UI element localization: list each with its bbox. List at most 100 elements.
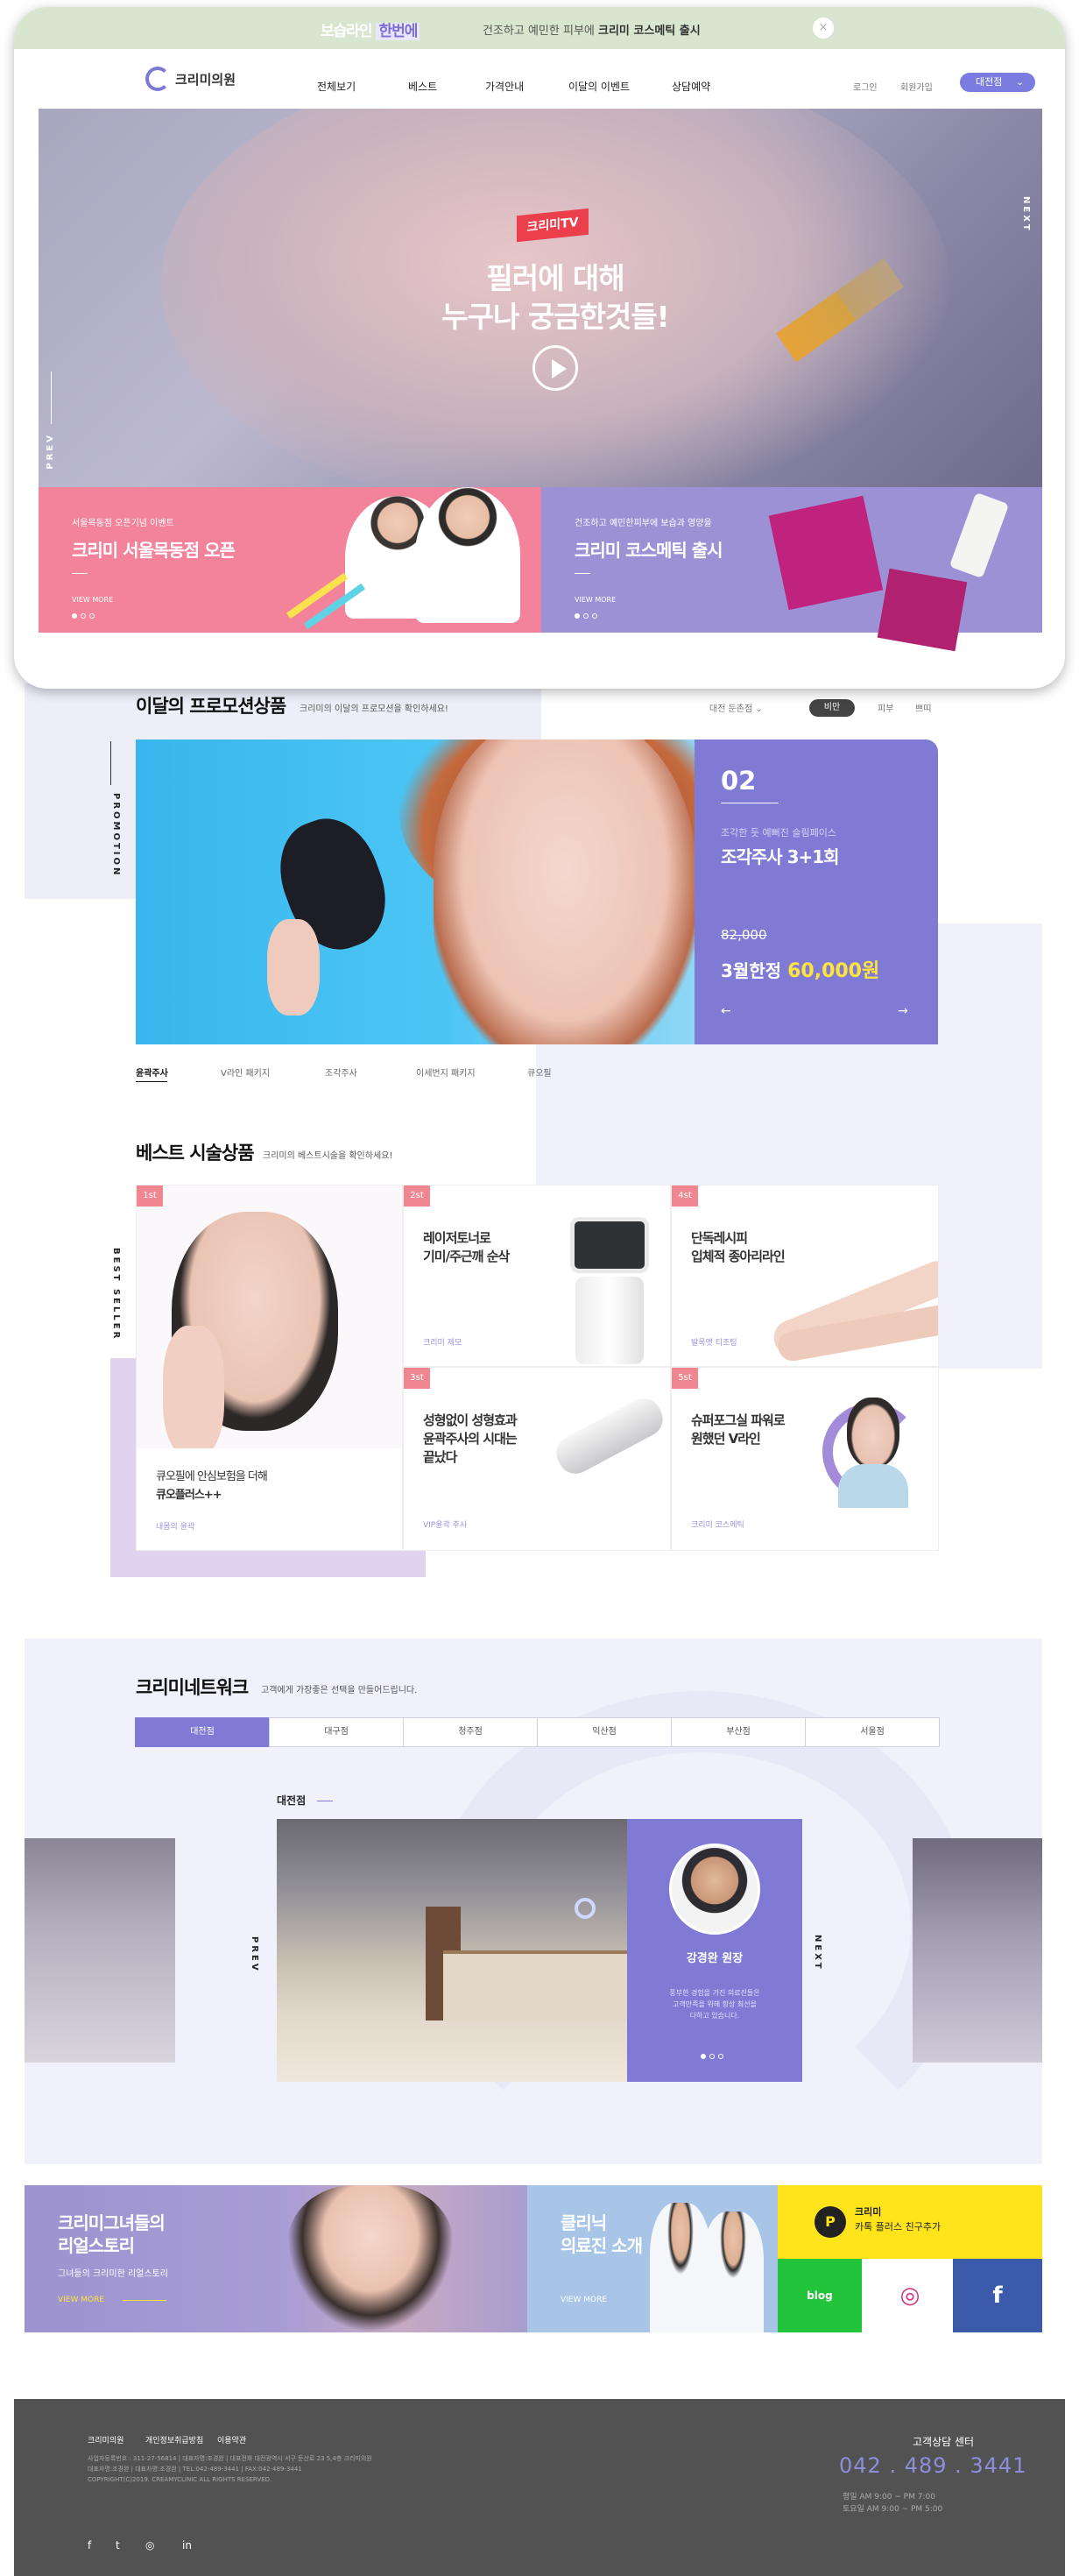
linkedin-icon[interactable]: in (182, 2539, 192, 2551)
branch-tab[interactable]: 서울점 (805, 1717, 940, 1747)
banner-cosmetic[interactable]: 건조하고 예민한피부에 보습과 영양을 크리미 코스메틱 출시 VIEW MOR… (541, 487, 1042, 652)
decor-stripe (286, 572, 349, 619)
hero-next-button[interactable]: NEXT (1021, 196, 1031, 233)
hero-prev-button[interactable]: PREV (46, 433, 55, 470)
logo[interactable]: 크리미의원 (145, 67, 236, 91)
product-pack-image (768, 495, 884, 611)
banner-seoul[interactable]: 서울목동점 오픈기념 이벤트 크리미 서울목동점 오픈 VIEW MORE (39, 487, 541, 633)
promo-tab[interactable]: 윤곽주사 (136, 1065, 168, 1079)
best-subtitle: 크리미의 베스트시술을 확인하세요! (263, 1151, 393, 1161)
branch-name: 대전점 (277, 1794, 307, 1807)
best-item-1[interactable]: 1st 큐오필에 안심보험을 더해 큐오플러스++ 내몸의 윤곽 (136, 1185, 403, 1551)
join-link[interactable]: 회원가입 (900, 80, 933, 93)
next-branch-image[interactable] (913, 1838, 1042, 2063)
network-subtitle: 고객에게 가장좋은 선택을 만들어드립니다. (261, 1686, 418, 1695)
best-item-4[interactable]: 4st 단독레시피 입체적 종아리라인 발목엣 티조팅 (671, 1185, 939, 1367)
branch-tab[interactable]: 부산점 (671, 1717, 806, 1747)
banner-dots (72, 613, 95, 619)
hand-image (267, 919, 320, 1016)
sort-select[interactable]: 대전 둔촌점 ⌄ (709, 701, 763, 714)
best-item-5[interactable]: 5st 슈퍼포그실 파워로 원했던 V라인 크리미 코스메틱 (671, 1367, 939, 1551)
footer: 크리미의원 개인정보취급방침 이용약관 사업자등록번호 : 311-27-568… (14, 2399, 1065, 2576)
doctor-male-image (702, 2212, 764, 2332)
facebook-icon[interactable]: f (953, 2259, 1042, 2332)
top-frame: 보습라인 한번에 건조하고 예민한 피부에 크리미 코스메틱 출시 × 크리미의… (14, 7, 1065, 689)
instagram-icon[interactable]: ◎ (145, 2539, 154, 2551)
hero-slider[interactable]: 크리미TV 필러에 대해 누구나 궁금한것들! NEXT PREV (39, 109, 1042, 494)
branch-tab[interactable]: 익산점 (537, 1717, 672, 1747)
promo-tab[interactable]: 이세번지 패키지 (416, 1065, 476, 1079)
login-link[interactable]: 로그인 (853, 80, 878, 93)
branch-tab[interactable]: 대구점 (269, 1717, 404, 1747)
nav-events[interactable]: 이달의 이벤트 (568, 79, 630, 94)
banner-kakao[interactable]: P 크리미 카톡 플러스 친구추가 (778, 2185, 1042, 2259)
topbar-text: 건조하고 예민한 피부에 크리미 코스메틱 출시 (483, 25, 701, 38)
branch-tab[interactable]: 청주점 (403, 1717, 538, 1747)
next-arrow-icon[interactable]: → (898, 1004, 908, 1018)
facebook-icon[interactable]: f (88, 2539, 91, 2551)
doctor-dots (701, 2054, 723, 2059)
model-image (287, 2185, 454, 2332)
topbar-headline: 보습라인 한번에 (321, 18, 420, 40)
nav-all[interactable]: 전체보기 (317, 79, 356, 94)
network-prev-button[interactable]: PREV (250, 1936, 259, 1973)
filter-skin[interactable]: 피부 (878, 701, 893, 714)
branch-tab[interactable]: 대전점 (135, 1717, 270, 1747)
filter-obesity[interactable]: 비만 (809, 699, 855, 717)
promo-tab[interactable]: V라인 패키지 (221, 1065, 270, 1079)
instagram-icon[interactable]: ◎ (867, 2259, 953, 2332)
best-item-3[interactable]: 3st 성형없이 성형효과 윤곽주사의 시대는 끝났다 VIP윤곽 주사 (403, 1367, 671, 1551)
footer-link[interactable]: 이용약관 (217, 2434, 246, 2445)
product-tube-image (949, 492, 1010, 579)
nav-best[interactable]: 베스트 (408, 79, 437, 94)
laser-device-image (570, 1217, 649, 1273)
promo-tab-underline (136, 1081, 167, 1082)
nav-price[interactable]: 가격안내 (485, 79, 524, 94)
promo-tab[interactable]: 큐오필 (527, 1065, 552, 1079)
nav-reservation[interactable]: 상담예약 (672, 79, 710, 94)
promotion-title: 이달의 프로모션상품 (136, 696, 286, 717)
hero-title: 필러에 대해 누구나 궁금한것들! (441, 261, 669, 334)
best-title: 베스트 시술상품 (136, 1143, 255, 1164)
footer-link[interactable]: 크리미의원 (88, 2434, 123, 2445)
injector-device-image (550, 1392, 669, 1480)
footer-link[interactable]: 개인정보취급방침 (145, 2434, 203, 2445)
promotion-vlabel: PROMOTION (111, 793, 121, 878)
hand-image (163, 1326, 224, 1457)
network-title: 크리미네트워크 (136, 1677, 249, 1698)
best-vlabel: BEST SELLER (111, 1248, 121, 1341)
banner-dots (575, 613, 597, 619)
logo-mark-icon (145, 67, 170, 91)
divider (51, 372, 52, 424)
promotion-image (136, 740, 695, 1044)
clinic-interior-image (277, 1819, 627, 2082)
branch-select[interactable]: 대전점 ⌄ (960, 73, 1035, 92)
best-item-2[interactable]: 2st 레이저토너로 기미/주근깨 순삭 크리미 제모 (403, 1185, 671, 1367)
chevron-down-icon: ⌄ (755, 704, 763, 714)
contact-center-title: 고객상담 센터 (913, 2436, 975, 2448)
prev-arrow-icon[interactable]: ← (721, 1004, 731, 1018)
footer-info: 사업자등록번호 : 311-27-56814 | 대표자명:조경완 | 대표전화… (88, 2455, 372, 2483)
chevron-down-icon: ⌄ (1015, 76, 1025, 88)
banner-doctors[interactable]: 클리닉 의료진 소개 VIEW MORE (527, 2185, 778, 2332)
twitter-icon[interactable]: t (116, 2539, 120, 2551)
promotion-subtitle: 크리미의 이달의 프로모션을 확인하세요! (300, 704, 448, 714)
blog-icon[interactable]: blog (778, 2259, 862, 2332)
product-pack-image (877, 568, 968, 652)
close-icon[interactable]: × (813, 18, 834, 39)
header: 크리미의원 전체보기 베스트 가격안내 이달의 이벤트 상담예약 로그인 회원가… (14, 49, 1065, 105)
promo-tab[interactable]: 조각주사 (325, 1065, 357, 1079)
phone-number[interactable]: 042 . 489 . 3441 (839, 2453, 1026, 2478)
banner-real-story[interactable]: 크리미그녀들의 리얼스토리 그녀들의 크리미한 리얼스토리 VIEW MORE (25, 2185, 527, 2332)
promotion-card[interactable]: 02 조각한 듯 예뻐진 슬림페이스 조각주사 3+1회 82,000 3월한정… (695, 740, 938, 1044)
doctor-card: 강경완 원장 풍부한 경험을 가진 의료진들은 고객만족을 위해 항상 최선을 다하… (627, 1819, 802, 2082)
prev-branch-image[interactable] (25, 1838, 175, 2063)
promo-topbar[interactable]: 보습라인 한번에 건조하고 예민한 피부에 크리미 코스메틱 출시 × (14, 7, 1065, 49)
filter-petit[interactable]: 쁘띠 (915, 701, 931, 714)
play-button[interactable] (532, 345, 578, 391)
divider (110, 741, 111, 785)
network-next-button[interactable]: NEXT (813, 1935, 822, 1971)
page: 보습라인 한번에 건조하고 예민한 피부에 크리미 코스메틱 출시 × 크리미의… (0, 0, 1079, 2576)
doctor-male-image (415, 487, 520, 623)
model-image (847, 1398, 899, 1468)
